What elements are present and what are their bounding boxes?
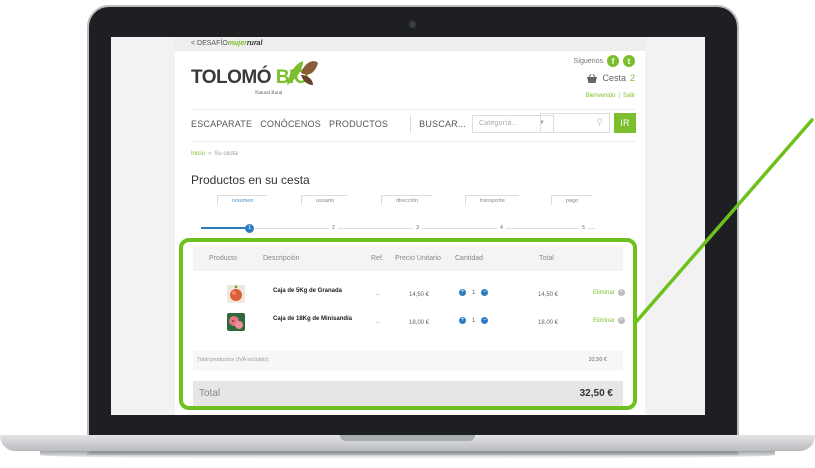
pointer-line: [634, 118, 814, 324]
